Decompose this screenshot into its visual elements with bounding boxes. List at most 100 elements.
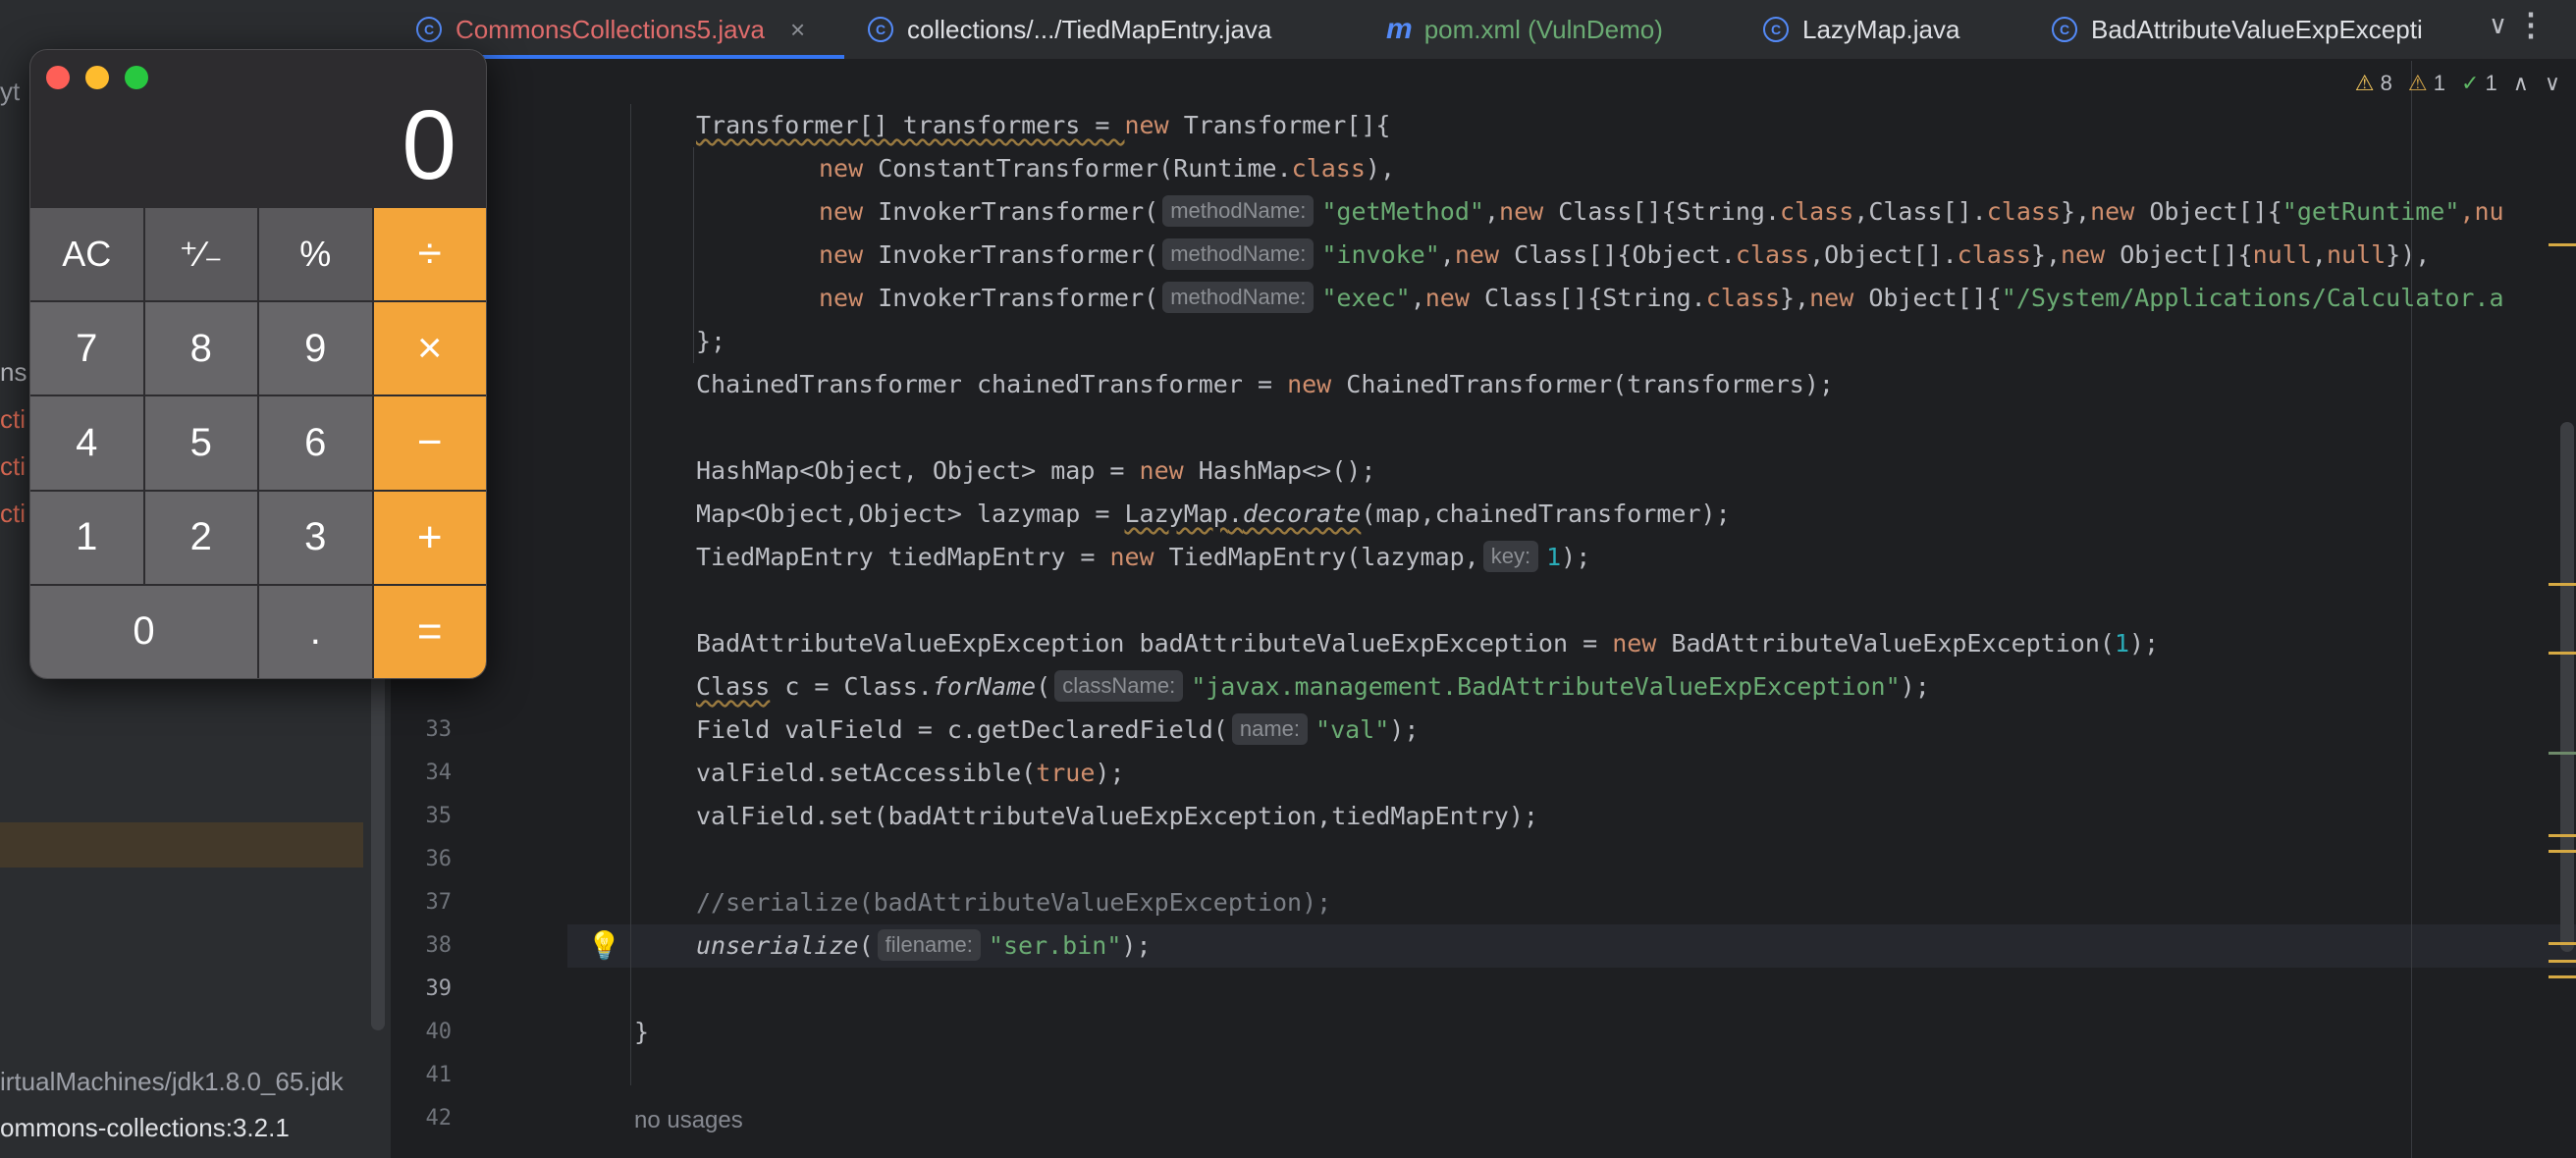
- code-token: new: [1424, 284, 1470, 312]
- close-window-button[interactable]: [46, 66, 70, 89]
- code-token: new: [819, 240, 864, 269]
- project-tree-fragment[interactable]: yt: [0, 77, 20, 107]
- code-line: TiedMapEntry tiedMapEntry = new TiedMapE…: [696, 536, 1590, 579]
- code-token: Transformer[]{: [1168, 111, 1391, 139]
- equals-button[interactable]: =: [373, 585, 486, 678]
- code-token: class: [1291, 154, 1366, 183]
- code-token: new: [1499, 197, 1544, 226]
- chevron-down-icon[interactable]: ∨: [2489, 10, 2507, 40]
- code-token: Field valField = c.getDeclaredField(: [696, 715, 1228, 744]
- calculator-window[interactable]: 0 AC ⁺∕₋% ÷ 7 8 9 × 4 5 6− 1 2 3 +0. =: [29, 49, 487, 679]
- ac-button[interactable]: AC: [30, 208, 143, 301]
- code-token: );: [1561, 543, 1591, 571]
- project-tree-fragment[interactable]: cti: [0, 499, 26, 529]
- sign-button[interactable]: ⁺∕₋: [144, 208, 257, 301]
- key-8[interactable]: 8: [144, 302, 257, 395]
- project-tree-fragment[interactable]: cti: [0, 404, 26, 435]
- code-token: null: [2326, 240, 2387, 269]
- project-tree-fragment[interactable]: cti: [0, 451, 26, 482]
- close-icon[interactable]: ×: [790, 15, 805, 45]
- project-tree-fragment[interactable]: ns: [0, 357, 27, 388]
- code-token: new: [819, 284, 864, 312]
- code-token: new: [1109, 543, 1154, 571]
- error-stripe-mark[interactable]: [2549, 752, 2576, 755]
- error-stripe-mark[interactable]: [2549, 583, 2576, 586]
- error-stripe-mark[interactable]: [2549, 975, 2576, 978]
- zoom-window-button[interactable]: [125, 66, 148, 89]
- parameter-hint: methodName:: [1162, 282, 1315, 313]
- percent-button[interactable]: %: [259, 208, 372, 301]
- code-token: (map,chainedTransformer);: [1361, 500, 1731, 528]
- java-class-icon: C: [2052, 17, 2077, 42]
- code-line: BadAttributeValueExpException badAttribu…: [696, 622, 2159, 665]
- key-6[interactable]: 6: [259, 396, 372, 490]
- divide-button[interactable]: ÷: [373, 208, 486, 301]
- multiply-button[interactable]: ×: [373, 302, 486, 395]
- code-token: "invoke": [1321, 240, 1440, 269]
- error-stripe-mark[interactable]: [2549, 243, 2576, 246]
- key-7[interactable]: 7: [30, 302, 143, 395]
- error-stripe-mark[interactable]: [2549, 942, 2576, 945]
- error-stripe-mark[interactable]: [2549, 960, 2576, 963]
- tab-badattributevalueexpexception[interactable]: C BadAttributeValueExpExcepti: [2052, 0, 2464, 59]
- error-stripe-mark[interactable]: [2549, 834, 2576, 837]
- line-number: 37: [425, 890, 453, 915]
- code-token: BadAttributeValueExpException(: [1656, 629, 2115, 658]
- error-stripe-mark[interactable]: [2549, 652, 2576, 655]
- chevron-down-icon[interactable]: ∨: [2545, 71, 2560, 96]
- usages-hint[interactable]: no usages: [634, 1107, 743, 1134]
- minimize-window-button[interactable]: [85, 66, 109, 89]
- code-token: TiedMapEntry tiedMapEntry =: [696, 543, 1110, 571]
- code-token: }),: [2386, 240, 2431, 269]
- inspection-widget[interactable]: ⚠ 8 ⚠ 1 ✓ 1 ∧ ∨: [2355, 71, 2560, 96]
- warnings-count[interactable]: ⚠ 8: [2355, 71, 2392, 96]
- code-token: BadAttributeValueExpException badAttribu…: [696, 629, 1613, 658]
- code-token: Object[]{: [2105, 240, 2253, 269]
- code-token: HashMap<Object, Object> map =: [696, 456, 1140, 485]
- editor-scrollbar[interactable]: [2560, 422, 2574, 952]
- jdk-tree-item[interactable]: irtualMachines/jdk1.8.0_65.jdk: [0, 1067, 344, 1097]
- code-token: );: [2129, 629, 2160, 658]
- lightbulb-icon[interactable]: 💡: [587, 929, 621, 962]
- code-token: new: [819, 197, 864, 226]
- tab-lazymap[interactable]: C LazyMap.java: [1763, 0, 1959, 59]
- code-token: Transformer[] transformers =: [696, 111, 1125, 139]
- more-options-icon[interactable]: ⋮: [2515, 6, 2547, 43]
- code-token: Class[]{Object.: [1499, 240, 1736, 269]
- selected-tree-row[interactable]: [0, 822, 363, 868]
- minus-button[interactable]: −: [373, 396, 486, 490]
- tab-tiedmapentry[interactable]: C collections/.../TiedMapEntry.java: [868, 0, 1271, 59]
- weak-warnings-count[interactable]: ⚠ 1: [2408, 71, 2445, 96]
- line-number: 38: [425, 933, 453, 958]
- code-token: ,: [1410, 284, 1425, 312]
- code-token: .: [1227, 500, 1243, 528]
- code-token: "val": [1315, 715, 1390, 744]
- code-token: 1: [2114, 629, 2129, 658]
- plus-button[interactable]: +: [373, 491, 486, 584]
- key-9[interactable]: 9: [259, 302, 372, 395]
- ok-count[interactable]: ✓ 1: [2461, 71, 2497, 96]
- error-stripe-mark[interactable]: [2549, 850, 2576, 853]
- code-token: Class[]{String.: [1469, 284, 1706, 312]
- code-token: class: [1780, 197, 1854, 226]
- code-token: ,Object[].: [1809, 240, 1958, 269]
- code-token: ConstantTransformer(Runtime.: [863, 154, 1292, 183]
- key-3[interactable]: 3: [259, 491, 372, 584]
- chevron-up-icon[interactable]: ∧: [2513, 71, 2529, 96]
- code-token: TiedMapEntry(lazymap,: [1154, 543, 1479, 571]
- tab-pom-xml[interactable]: m pom.xml (VulnDemo): [1386, 0, 1663, 59]
- decimal-button[interactable]: .: [259, 585, 372, 678]
- key-0[interactable]: 0: [30, 585, 257, 678]
- key-2[interactable]: 2: [144, 491, 257, 584]
- key-1[interactable]: 1: [30, 491, 143, 584]
- library-tree-item[interactable]: ommons-collections:3.2.1: [0, 1113, 290, 1143]
- warnings-value: 8: [2380, 71, 2392, 95]
- code-line: HashMap<Object, Object> map = new HashMa…: [696, 449, 1375, 493]
- code-token: class: [1735, 240, 1810, 269]
- key-5[interactable]: 5: [144, 396, 257, 490]
- key-4[interactable]: 4: [30, 396, 143, 490]
- code-token: ,Class[].: [1853, 197, 1987, 226]
- tab-label: CommonsCollections5.java: [456, 14, 766, 44]
- code-editor[interactable]: Transformer[] transformers = new Transfo…: [567, 61, 2576, 1158]
- code-token: new: [1124, 111, 1169, 139]
